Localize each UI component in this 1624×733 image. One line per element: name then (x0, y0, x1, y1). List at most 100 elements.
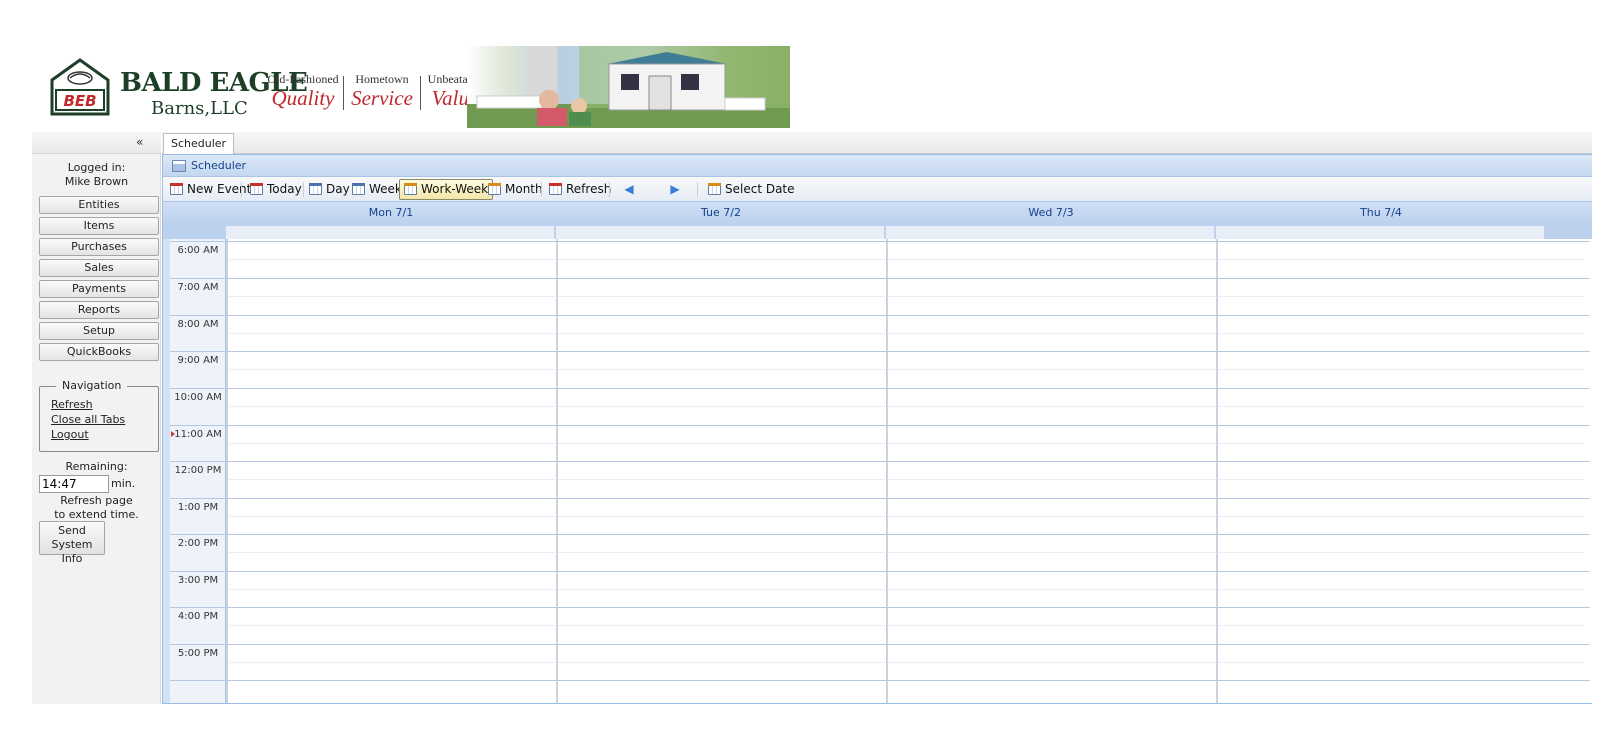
all-day-cell-tue[interactable] (556, 226, 885, 239)
remaining-label: Remaining: (65, 460, 128, 473)
hour-line (170, 534, 1590, 535)
all-day-cell-wed[interactable] (886, 226, 1215, 239)
half-hour-line (226, 662, 1583, 663)
calendar-day-icon (309, 183, 322, 195)
logged-in-label: Logged in: (67, 161, 126, 174)
slogan-small: Old-Fashioned (267, 72, 339, 86)
half-hour-line (226, 406, 1583, 407)
half-hour-line (226, 333, 1583, 334)
half-hour-line (226, 516, 1583, 517)
quickbooks-button[interactable]: QuickBooks (39, 343, 159, 361)
today-button[interactable]: Today (245, 179, 307, 200)
day-header-mon[interactable]: Mon 7/1 (226, 202, 556, 225)
slogan-quality: Old-Fashioned Quality (266, 72, 340, 111)
purchases-button[interactable]: Purchases (39, 238, 159, 256)
site-banner: BEB BALD EAGLE Barns,LLC Old-Fashioned Q… (44, 46, 790, 128)
hour-line (170, 278, 1590, 279)
month-view-button[interactable]: Month (483, 179, 548, 200)
time-label-1pm: 1:00 PM (177, 502, 219, 513)
setup-button[interactable]: Setup (39, 322, 159, 340)
close-all-tabs-link[interactable]: Close all Tabs (51, 413, 125, 426)
day-header-wed[interactable]: Wed 7/3 (886, 202, 1216, 225)
time-label-9am: 9:00 AM (177, 355, 219, 366)
week-view-button[interactable]: Week (347, 179, 407, 200)
user-name: Mike Brown (64, 175, 129, 188)
logo-line-2: Barns,LLC (151, 98, 248, 119)
hour-line (170, 461, 1590, 462)
entities-button[interactable]: Entities (39, 196, 159, 214)
day-column-tue[interactable] (556, 239, 886, 703)
half-hour-line (226, 443, 1583, 444)
new-event-button[interactable]: New Event (165, 179, 256, 200)
time-label-7am: 7:00 AM (177, 282, 219, 293)
half-hour-line (226, 259, 1583, 260)
all-day-cell-mon[interactable] (226, 226, 555, 239)
hour-line (170, 315, 1590, 316)
time-label-12pm: 12:00 PM (174, 465, 222, 476)
toolbar-divider (541, 182, 542, 197)
slogan-service: Hometown Service (347, 72, 417, 111)
calendar-work-week-icon (404, 183, 417, 195)
hour-line (170, 241, 1590, 242)
refresh-label: Refresh (566, 182, 612, 196)
today-label: Today (267, 182, 302, 196)
work-week-view-button[interactable]: Work-Week (399, 179, 494, 200)
hour-line (170, 607, 1590, 608)
hour-line (170, 425, 1590, 426)
toolbar-divider (697, 182, 698, 197)
hour-line (170, 680, 1590, 681)
scheduler-icon (172, 160, 186, 172)
tab-scheduler[interactable]: Scheduler (163, 133, 235, 154)
barn-logo-icon: BEB (50, 58, 110, 116)
half-hour-line (226, 625, 1583, 626)
calendar-month-icon (488, 183, 501, 195)
remaining-time-field[interactable]: 14:47 (39, 475, 109, 493)
slogan-big: Quality (271, 86, 335, 110)
day-header-thu[interactable]: Thu 7/4 (1216, 202, 1546, 225)
slogan-small: Hometown (355, 72, 409, 86)
scheduler-panel: Scheduler New Event Today Day Week Work-… (162, 154, 1592, 704)
toolbar-divider (241, 182, 242, 197)
refresh-button[interactable]: Refresh (544, 179, 616, 200)
time-label-6am: 6:00 AM (177, 245, 219, 256)
send-info-line-1: Send (58, 524, 86, 537)
sales-button[interactable]: Sales (39, 259, 159, 277)
hour-line (170, 388, 1590, 389)
calendar-add-icon (170, 183, 183, 195)
current-time-marker (171, 431, 175, 437)
tab-bar: Scheduler (162, 132, 1592, 154)
calendar-refresh-icon (549, 183, 562, 195)
toolbar-divider (609, 182, 610, 197)
calendar-today-icon (250, 183, 263, 195)
left-sidebar: « Logged in: Mike Brown Entities Items P… (32, 132, 161, 704)
items-button[interactable]: Items (39, 217, 159, 235)
send-system-info-button[interactable]: Send System Info (39, 521, 105, 565)
collapse-sidebar-icon[interactable]: « (136, 135, 143, 149)
panel-title: Scheduler (191, 159, 247, 172)
refresh-link[interactable]: Refresh (51, 398, 93, 411)
calendar-grid: Mon 7/1 Tue 7/2 Wed 7/3 Thu 7/4 6:00 AM … (163, 202, 1592, 703)
select-date-button[interactable]: Select Date (703, 179, 800, 200)
navigation-legend: Navigation (56, 379, 128, 392)
half-hour-line (226, 296, 1583, 297)
scheduler-toolbar: New Event Today Day Week Work-Week Month… (163, 177, 1592, 202)
half-hour-line (226, 552, 1583, 553)
slogan-divider (420, 76, 421, 110)
half-hour-line (226, 479, 1583, 480)
time-label-10am: 10:00 AM (174, 392, 222, 403)
day-column-thu[interactable] (1216, 239, 1546, 703)
arrow-left-icon[interactable]: ◀ (621, 181, 637, 197)
arrow-right-icon[interactable]: ▶ (667, 181, 683, 197)
day-header-tue[interactable]: Tue 7/2 (556, 202, 886, 225)
time-label-11am: 11:00 AM (174, 429, 222, 440)
panel-header: Scheduler (163, 155, 1592, 177)
logout-link[interactable]: Logout (51, 428, 89, 441)
all-day-cell-thu[interactable] (1216, 226, 1545, 239)
day-column-mon[interactable] (226, 239, 556, 703)
payments-button[interactable]: Payments (39, 280, 159, 298)
week-label: Week (369, 182, 402, 196)
day-column-wed[interactable] (886, 239, 1216, 703)
reports-button[interactable]: Reports (39, 301, 159, 319)
calendar-week-icon (352, 183, 365, 195)
select-date-label: Select Date (725, 182, 795, 196)
